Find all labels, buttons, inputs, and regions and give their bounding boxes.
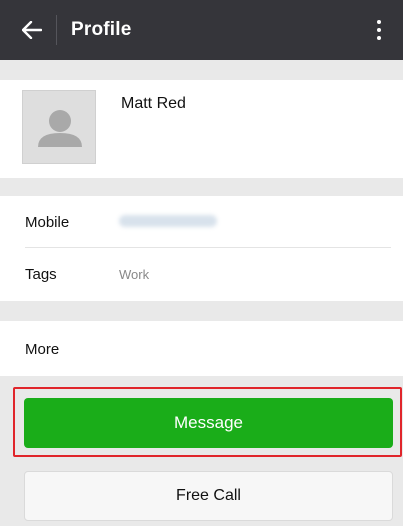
avatar[interactable] (22, 90, 96, 164)
more-options-button[interactable] (369, 0, 389, 60)
mobile-row[interactable]: Mobile (0, 196, 403, 248)
message-button[interactable]: Message (24, 398, 393, 448)
menu-dot-icon (377, 28, 381, 32)
free-call-button[interactable]: Free Call (24, 471, 393, 521)
more-row[interactable]: More (0, 321, 403, 376)
contact-name: Matt Red (121, 95, 186, 112)
tags-label: Tags (25, 265, 57, 283)
page-title: Profile (71, 19, 132, 40)
mobile-label: Mobile (25, 213, 70, 231)
contact-info-card: Mobile Tags Work (0, 196, 403, 301)
profile-card: Matt Red (0, 80, 403, 178)
more-label: More (25, 341, 60, 358)
back-button[interactable] (10, 0, 54, 60)
menu-dot-icon (377, 36, 381, 40)
mobile-number-blurred (119, 215, 217, 227)
app-header: Profile (0, 0, 403, 60)
default-avatar-icon (23, 91, 95, 163)
menu-dot-icon (377, 20, 381, 24)
arrow-left-icon (22, 21, 42, 39)
tags-value: Work (119, 266, 150, 282)
header-divider (56, 15, 57, 45)
tags-row[interactable]: Tags Work (0, 248, 403, 300)
